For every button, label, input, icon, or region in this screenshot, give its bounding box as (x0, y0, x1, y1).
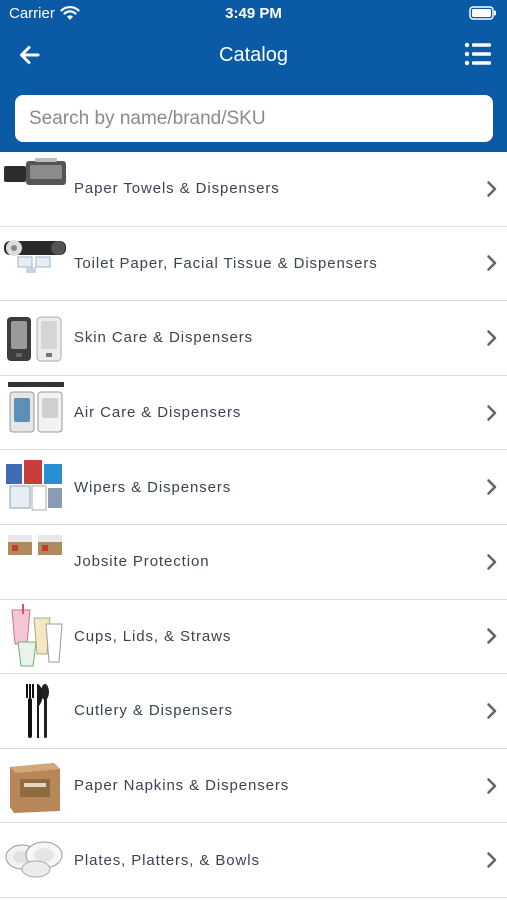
napkins-thumbnail (10, 762, 60, 813)
app-header: Carrier 3:49 PM Catalog (0, 0, 507, 152)
catalog-item-paper-towels[interactable]: Paper Towels & Dispensers (0, 152, 507, 227)
chevron-right-icon (487, 852, 497, 868)
search-input[interactable] (15, 95, 493, 142)
list-menu-icon[interactable] (464, 41, 492, 67)
search-bar (15, 95, 493, 142)
catalog-item-label: Paper Napkins & Dispensers (74, 777, 290, 795)
chevron-right-icon (487, 777, 497, 794)
chevron-right-icon (487, 703, 497, 719)
catalog-item-cups[interactable]: Cups, Lids, & Straws (0, 599, 507, 675)
catalog-item-jobsite-protection[interactable]: Jobsite Protection (0, 524, 507, 600)
air-freshener-dispenser-thumbnail (8, 381, 64, 433)
catalog-item-toilet-paper[interactable]: Toilet Paper, Facial Tissue & Dispensers (0, 226, 507, 302)
catalog-item-label: Air Care & Dispensers (74, 404, 242, 422)
page-title: Catalog (219, 44, 288, 66)
wipers-thumbnail (6, 460, 62, 511)
toilet-paper-dispenser-thumbnail (4, 239, 66, 273)
catalog-item-napkins[interactable]: Paper Napkins & Dispensers (0, 748, 507, 824)
chevron-right-icon (487, 553, 497, 570)
catalog-item-label: Toilet Paper, Facial Tissue & Dispensers (74, 254, 378, 272)
paper-towel-dispenser-thumbnail (4, 158, 66, 185)
chevron-right-icon (487, 180, 497, 197)
jobsite-boxes-thumbnail (8, 534, 62, 555)
catalog-item-label: Skin Care & Dispensers (74, 329, 254, 347)
catalog-item-wipers[interactable]: Wipers & Dispensers (0, 450, 507, 525)
catalog-item-label: Paper Towels & Dispensers (74, 180, 280, 198)
status-time: 3:49 PM (225, 5, 282, 22)
catalog-item-label: Wipers & Dispensers (74, 478, 232, 496)
catalog-list: Paper Towels & Dispensers Toilet Paper, … (0, 152, 507, 898)
status-bar: Carrier 3:49 PM (0, 0, 507, 28)
catalog-item-label: Cutlery & Dispensers (74, 702, 233, 720)
catalog-item-plates[interactable]: Plates, Platters, & Bowls (0, 823, 507, 898)
chevron-right-icon (487, 404, 497, 421)
catalog-item-label: Cups, Lids, & Straws (74, 627, 232, 645)
chevron-right-icon (487, 330, 497, 346)
plates-thumbnail (5, 841, 63, 878)
cups-thumbnail (11, 603, 63, 667)
catalog-item-label: Plates, Platters, & Bowls (74, 851, 260, 869)
catalog-item-label: Jobsite Protection (74, 553, 210, 571)
catalog-item-skin-care[interactable]: Skin Care & Dispensers (0, 301, 507, 376)
catalog-item-air-care[interactable]: Air Care & Dispensers (0, 375, 507, 451)
back-arrow-icon[interactable] (18, 44, 40, 66)
chevron-right-icon (487, 255, 497, 272)
nav-bar: Catalog (0, 36, 507, 76)
chevron-right-icon (487, 479, 497, 495)
soap-dispenser-thumbnail (7, 316, 62, 362)
catalog-item-cutlery[interactable]: Cutlery & Dispensers (0, 674, 507, 749)
battery-icon (469, 6, 496, 20)
chevron-right-icon (487, 628, 497, 645)
cutlery-thumbnail (26, 684, 49, 739)
